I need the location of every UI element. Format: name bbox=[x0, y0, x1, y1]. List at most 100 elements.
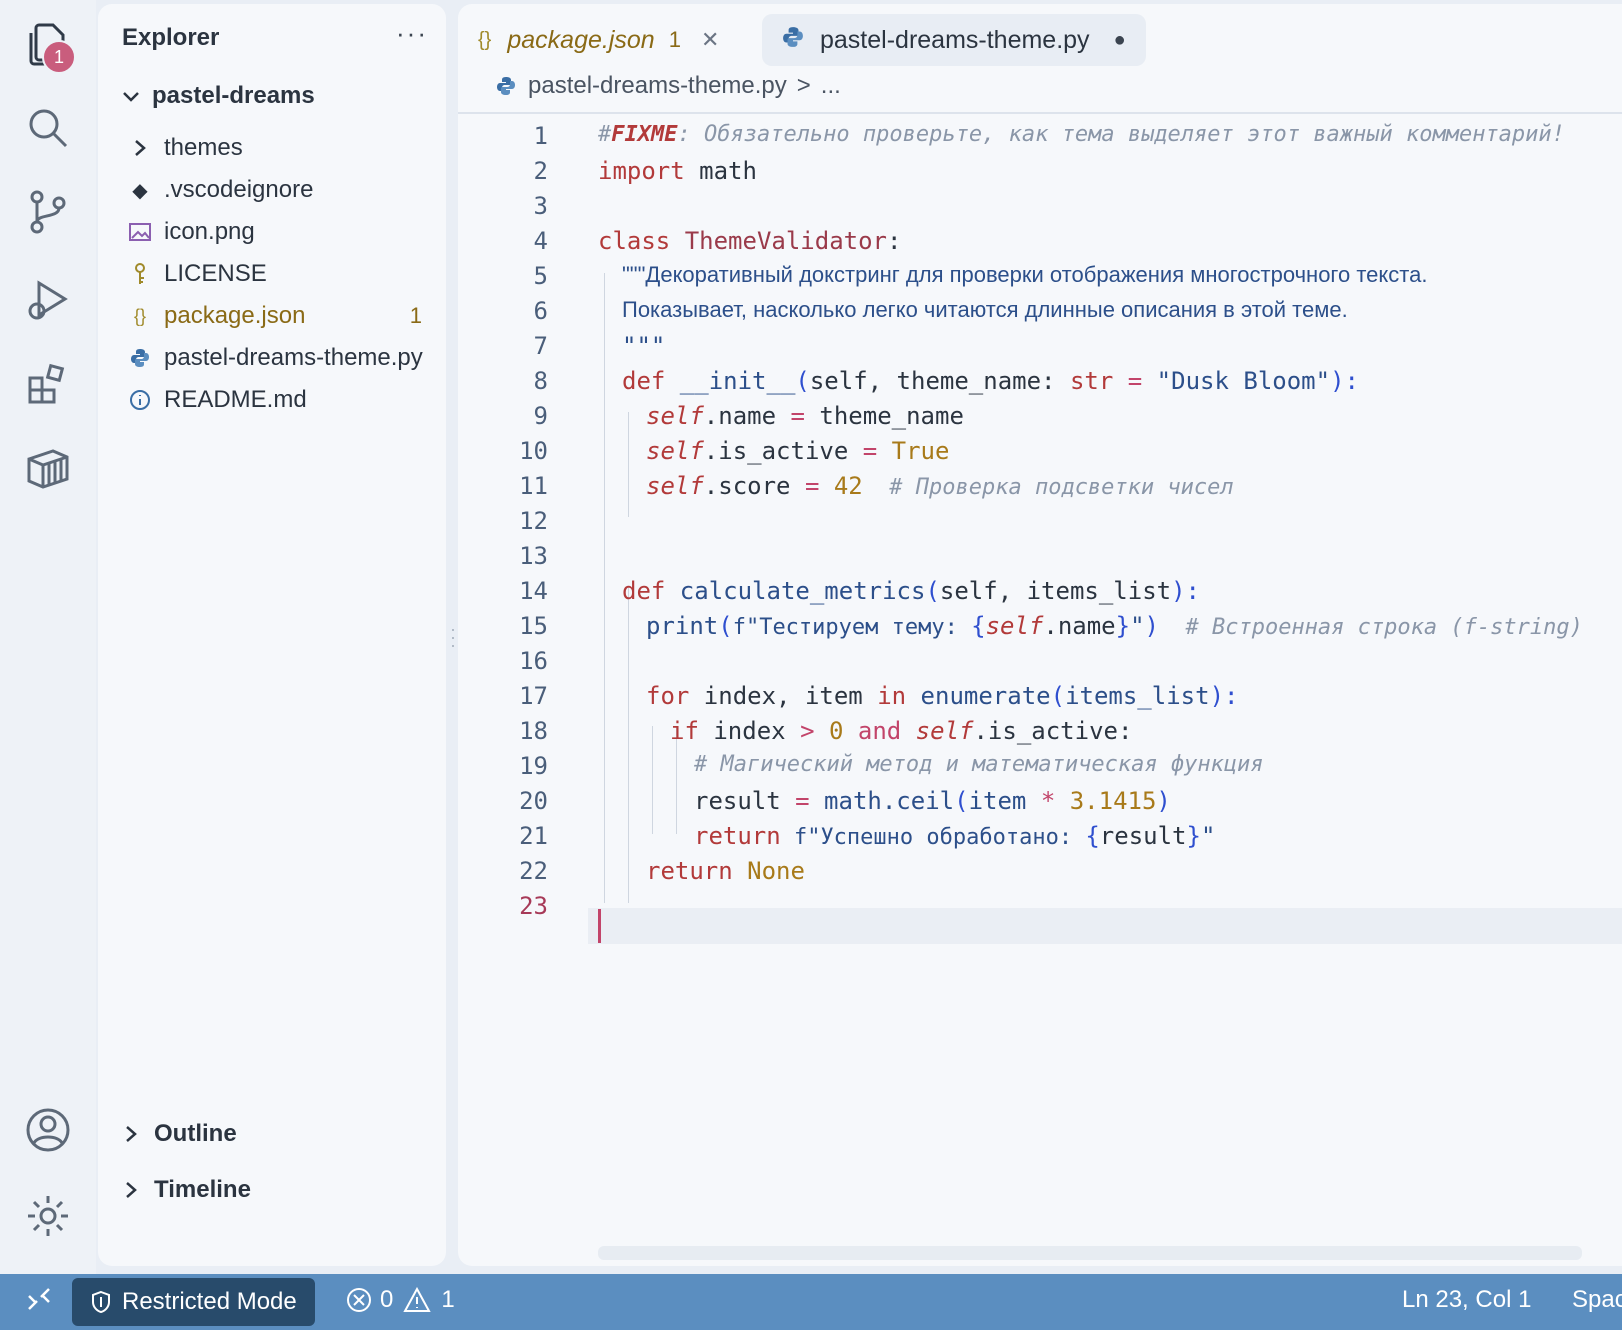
search-activity-button[interactable] bbox=[18, 98, 78, 158]
identifier-token: theme_name bbox=[804, 402, 964, 430]
info-icon bbox=[128, 389, 152, 411]
tree-item-label: themes bbox=[164, 134, 243, 161]
code-line-2: import math bbox=[598, 157, 757, 185]
line-number: 14 bbox=[519, 577, 548, 605]
comment-token: # Проверка подсветки чисел bbox=[862, 475, 1234, 500]
self-token: self bbox=[646, 437, 704, 465]
keyword-token: import bbox=[598, 157, 685, 185]
identifier-token: .is_active: bbox=[973, 717, 1133, 745]
tab-theme-py[interactable]: pastel-dreams-theme.py ● bbox=[762, 14, 1146, 66]
function-name-token: calculate_metrics bbox=[665, 577, 926, 605]
restricted-mode-label: Restricted Mode bbox=[122, 1288, 297, 1315]
operator-token: = bbox=[790, 402, 805, 430]
line-number: 16 bbox=[519, 647, 548, 675]
horizontal-scrollbar[interactable] bbox=[598, 1246, 1582, 1260]
tree-item-license[interactable]: LICENSE bbox=[128, 254, 438, 294]
settings-activity-button[interactable] bbox=[18, 1186, 78, 1246]
remote-icon[interactable] bbox=[26, 1286, 52, 1319]
cursor-position[interactable]: Ln 23, Col 1 bbox=[1402, 1286, 1531, 1314]
problems-button[interactable]: 0 1 bbox=[346, 1286, 455, 1314]
operator-token: > bbox=[800, 717, 815, 745]
dirty-indicator-icon[interactable]: ● bbox=[1114, 29, 1126, 52]
explorer-badge: 1 bbox=[42, 40, 76, 74]
tab-label: package.json bbox=[507, 25, 655, 54]
line-number: 22 bbox=[519, 857, 548, 885]
tree-item-readme[interactable]: README.md bbox=[128, 380, 438, 420]
line-number: 7 bbox=[533, 332, 548, 360]
code-line-14: print(f"Тестируем тему: {self.name}") # … bbox=[646, 612, 1583, 640]
timeline-section[interactable]: Timeline bbox=[122, 1176, 251, 1204]
string-token: "Dusk Bloom" bbox=[1156, 367, 1331, 395]
source-control-activity-button[interactable] bbox=[18, 182, 78, 242]
keyword-token: if bbox=[670, 717, 699, 745]
bracket-token: } bbox=[1115, 612, 1131, 640]
identifier-token: index bbox=[698, 717, 801, 745]
keyword-token: and bbox=[843, 717, 902, 745]
search-icon bbox=[29, 109, 68, 148]
tree-item-label: README.md bbox=[164, 386, 307, 413]
function-name-token: print bbox=[646, 612, 719, 640]
operator-token: = bbox=[862, 437, 878, 465]
breadcrumb-file[interactable]: pastel-dreams-theme.py bbox=[528, 72, 787, 100]
tree-item-icon-png[interactable]: icon.png bbox=[128, 212, 438, 252]
more-actions-icon[interactable]: ··· bbox=[396, 18, 428, 49]
line-number: 1 bbox=[533, 122, 548, 150]
workspace-folder[interactable]: pastel-dreams bbox=[120, 82, 315, 110]
sash-handle[interactable]: · · · bbox=[450, 620, 456, 654]
tab-package-json[interactable]: {} package.json 1 ✕ bbox=[478, 14, 719, 66]
indentation-button[interactable]: Spaces: 4 bbox=[1572, 1286, 1622, 1314]
section-label: Outline bbox=[154, 1120, 237, 1147]
comment-token: # bbox=[598, 122, 612, 147]
containers-activity-button[interactable] bbox=[18, 438, 78, 498]
constant-token: None bbox=[732, 857, 805, 885]
code-line-20: return f"Успешно обработано: {result}" bbox=[694, 822, 1215, 850]
tree-item-themes[interactable]: themes bbox=[128, 128, 438, 168]
fixme-token: FIXME bbox=[611, 122, 678, 147]
tree-item-label: pastel-dreams-theme.py bbox=[164, 344, 423, 371]
accounts-activity-button[interactable] bbox=[18, 1100, 78, 1160]
function-name-token: __init__ bbox=[665, 367, 796, 395]
class-name-token: ThemeValidator bbox=[670, 227, 887, 255]
container-icon bbox=[27, 449, 69, 489]
tree-item-label: package.json bbox=[164, 302, 306, 329]
tree-item-vscodeignore[interactable]: ◆ .vscodeignore bbox=[128, 170, 438, 210]
outline-section[interactable]: Outline bbox=[122, 1120, 237, 1148]
bracket-token: { bbox=[971, 612, 986, 640]
tree-item-theme-py[interactable]: pastel-dreams-theme.py bbox=[128, 338, 438, 378]
activity-bar: 1 bbox=[0, 0, 96, 1274]
self-token: self bbox=[646, 472, 704, 500]
indent-guide bbox=[628, 412, 629, 517]
extensions-activity-button[interactable] bbox=[18, 354, 78, 414]
code-line-4: class ThemeValidator: bbox=[598, 227, 901, 255]
explorer-activity-button[interactable]: 1 bbox=[18, 14, 78, 74]
operator-token: * bbox=[1040, 787, 1056, 815]
bracket-token: ): bbox=[1171, 577, 1200, 605]
keyword-token: return bbox=[694, 822, 781, 850]
restricted-mode-button[interactable]: Restricted Mode bbox=[72, 1278, 315, 1326]
self-token: self bbox=[985, 612, 1044, 640]
indent-guide bbox=[604, 273, 605, 903]
bracket-token: ( bbox=[795, 367, 810, 395]
operator-token: = bbox=[804, 472, 820, 500]
line-number: 6 bbox=[533, 297, 548, 325]
bracket-token: } bbox=[1186, 822, 1201, 850]
identifier-token: item bbox=[968, 787, 1041, 815]
bracket-token: ): bbox=[1209, 682, 1239, 710]
run-debug-activity-button[interactable] bbox=[18, 270, 78, 330]
folder-label: pastel-dreams bbox=[152, 82, 315, 109]
line-number: 2 bbox=[533, 157, 548, 185]
breadcrumb-symbols[interactable]: ... bbox=[821, 72, 841, 100]
code-line-13: def calculate_metrics(self, items_list): bbox=[622, 577, 1200, 605]
operator-token: = bbox=[1113, 367, 1157, 395]
line-number: 3 bbox=[533, 192, 548, 220]
close-icon[interactable]: ✕ bbox=[701, 27, 719, 53]
operator-token: = bbox=[795, 787, 810, 815]
keyword-token: def bbox=[622, 577, 666, 605]
line-number: 19 bbox=[519, 752, 548, 780]
tree-item-package-json[interactable]: {} package.json 1 bbox=[128, 296, 438, 336]
problem-count: 1 bbox=[409, 303, 422, 328]
function-name-token: math.ceil bbox=[809, 787, 955, 815]
string-token: f"Успешно обработано: bbox=[780, 825, 1086, 850]
line-number: 12 bbox=[519, 507, 548, 535]
breadcrumb-divider bbox=[458, 112, 1622, 114]
